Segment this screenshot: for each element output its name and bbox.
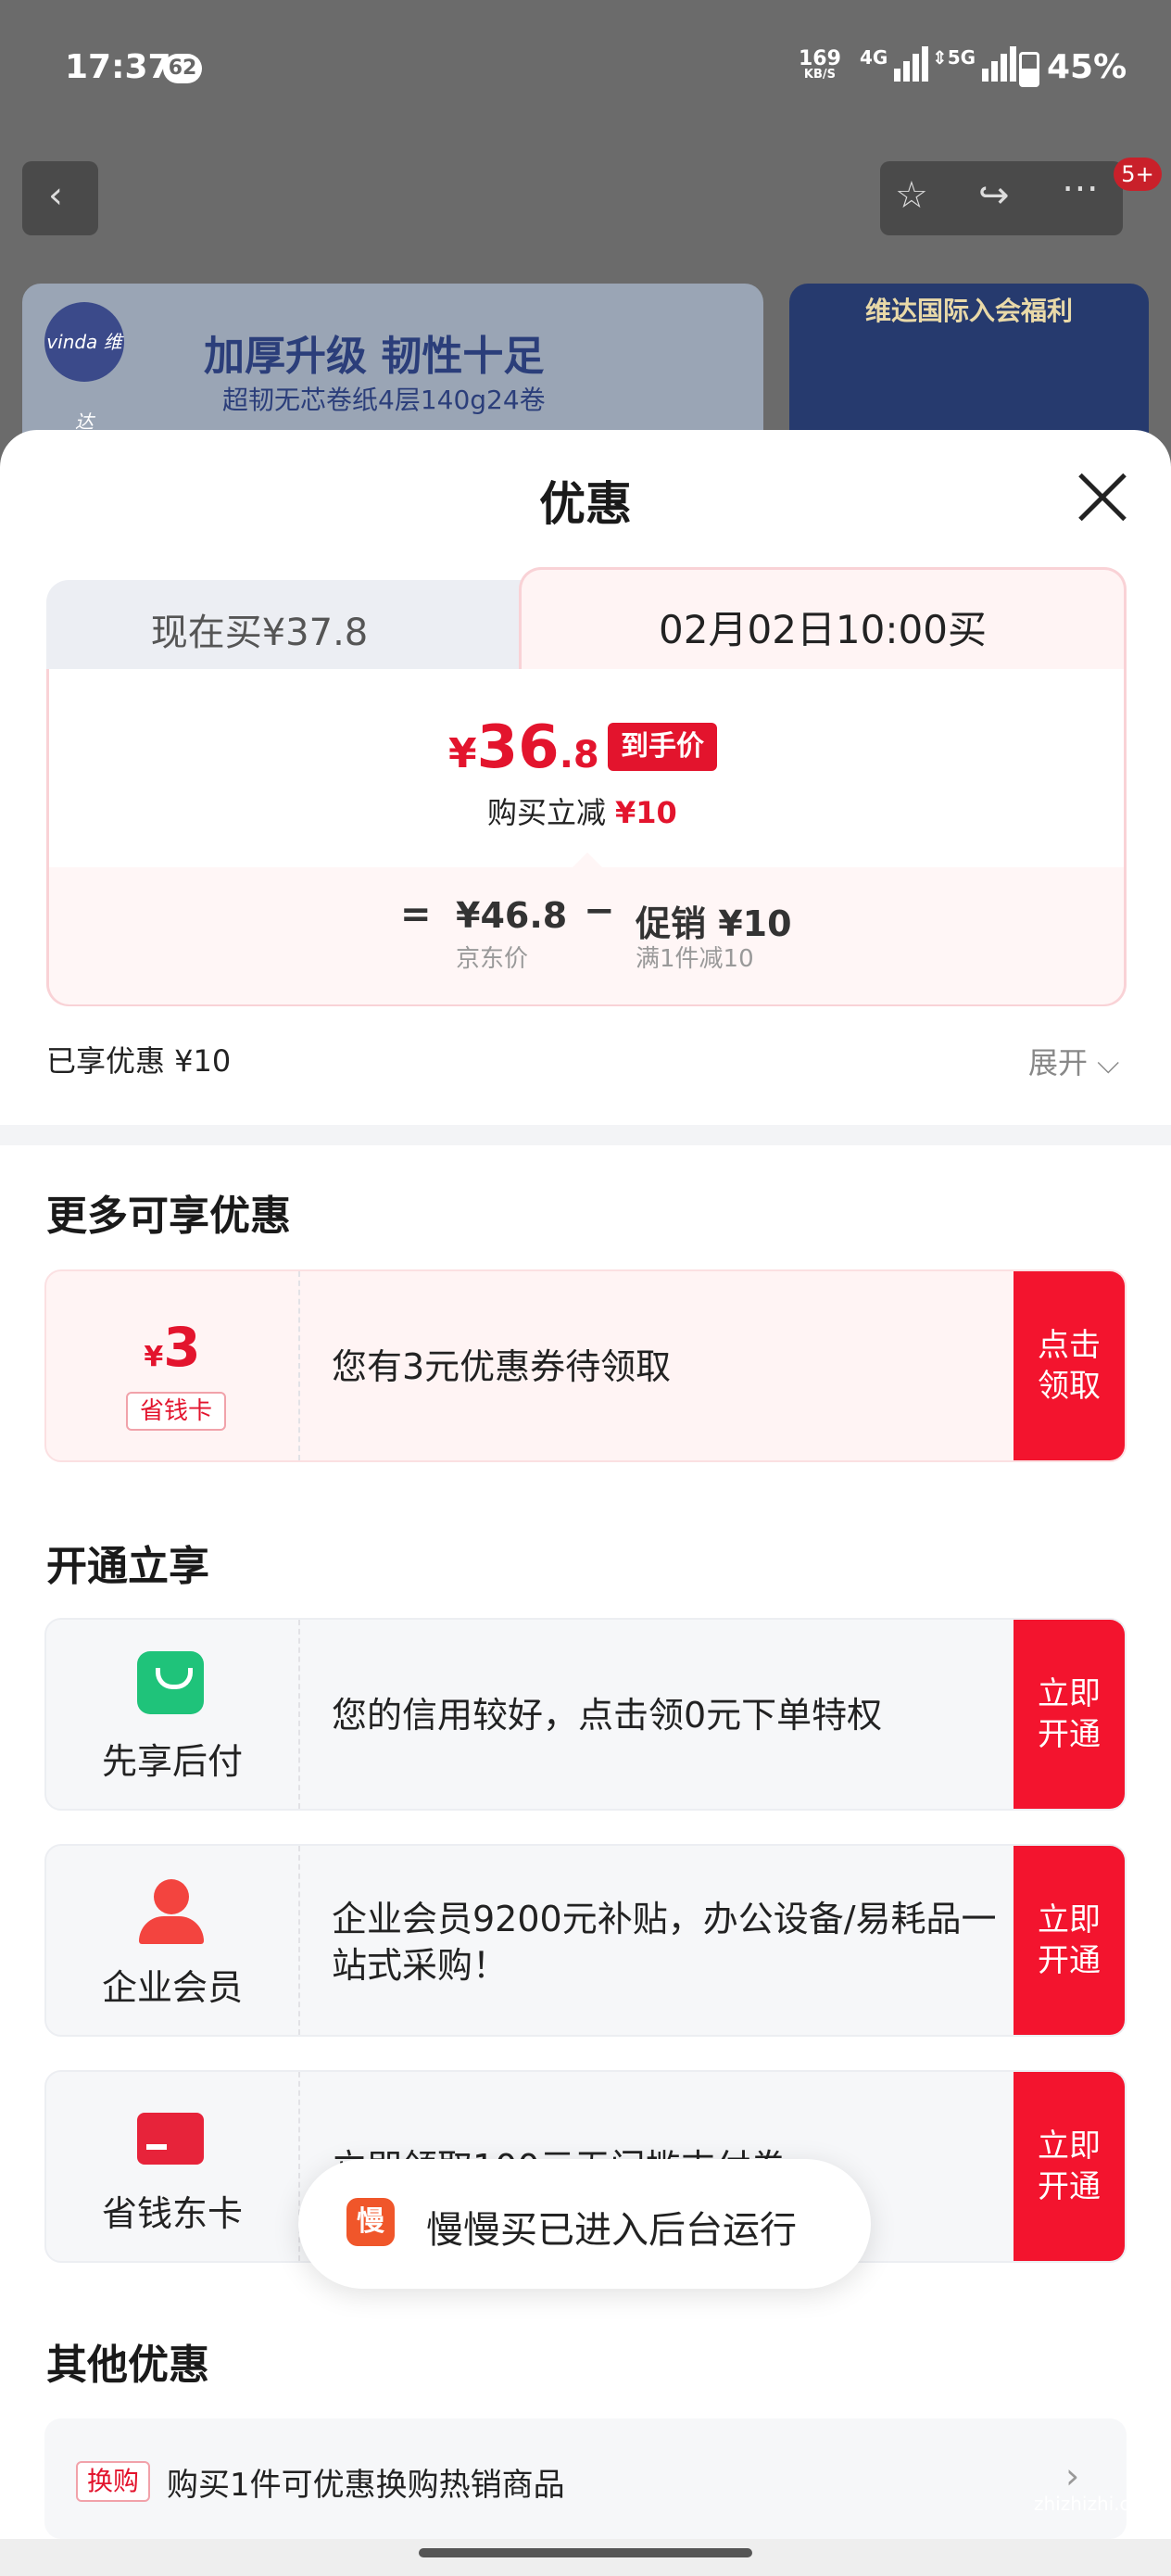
enjoyed-discount: 已享优惠 ¥10	[46, 1043, 232, 1079]
instant-reduce-value: ¥10	[615, 795, 677, 830]
signal-5g-label: 5G	[947, 46, 976, 69]
tab-buy-scheduled-label: 02月02日10:00买	[659, 607, 987, 652]
person-icon-body	[139, 1916, 204, 1944]
toast-text: 慢慢买已进入后台运行	[426, 2209, 797, 2252]
tab-buy-now-label: 现在买¥37.8	[150, 612, 369, 654]
promo-label: 满1件减10	[636, 945, 754, 973]
pay-later-row[interactable]: 先享后付 您的信用较好，点击领0元下单特权 立即 开通	[44, 1618, 1127, 1811]
shopping-bag-icon	[137, 1651, 204, 1714]
coupon-value: 3	[163, 1316, 201, 1379]
trade-in-tag: 换购	[76, 2461, 151, 2502]
back-button[interactable]: ‹	[22, 161, 98, 235]
enterprise-member-row[interactable]: 企业会员 企业会员9200元补贴，办公设备/易耗品一站式采购！ 立即 开通	[44, 1844, 1127, 2037]
row-separator	[298, 1271, 300, 1460]
coupon-tag: 省钱卡	[126, 1392, 226, 1431]
person-icon	[154, 1879, 189, 1914]
minus-sign: −	[584, 890, 615, 932]
share-icon[interactable]: ↪	[978, 174, 1010, 217]
expand-button[interactable]: 展开 ⌵	[1028, 1040, 1119, 1082]
open-pay-later-button[interactable]: 立即 开通	[1014, 1620, 1125, 1809]
claim-coupon-label: 点击 领取	[1038, 1327, 1101, 1405]
net-speed-unit: KB/S	[803, 68, 837, 82]
open-enjoy-title: 开通立享	[46, 1543, 209, 1590]
instant-reduce: 购买立减 ¥10	[487, 789, 677, 832]
other-offers-title: 其他优惠	[46, 2342, 209, 2389]
open-saving-card-label: 立即 开通	[1038, 2128, 1101, 2205]
claim-coupon-button[interactable]: 点击 领取	[1014, 1271, 1125, 1460]
promo-amount: 促销 ¥10	[636, 903, 792, 944]
brand-logo: vinda 维达	[44, 302, 124, 433]
card-icon	[137, 2113, 204, 2165]
signal-4g-icon: 4G	[860, 46, 931, 82]
gesture-bar-area	[0, 2539, 1171, 2576]
jd-price-label: 京东价	[456, 945, 529, 973]
home-indicator[interactable]	[419, 2548, 752, 2557]
enterprise-member-label: 企业会员	[101, 1967, 243, 2008]
battery-percent: 45%	[1047, 48, 1127, 86]
chevron-left-icon: ‹	[48, 174, 63, 217]
coupon-text: 您有3元优惠券待领取	[332, 1346, 672, 1387]
pay-later-label: 先享后付	[101, 1741, 243, 1782]
row-separator	[298, 1620, 300, 1809]
row-separator	[298, 1846, 300, 2035]
sheet-title: 优惠	[539, 477, 632, 531]
more-offers-title: 更多可享优惠	[46, 1193, 291, 1240]
net-speed-value: 169	[799, 47, 841, 70]
more-badge: 5+	[1114, 158, 1162, 191]
breakdown-caret	[573, 852, 602, 867]
close-icon[interactable]	[1077, 471, 1128, 523]
net-speed: 169 KB/S	[799, 47, 841, 82]
final-price-decimal: .8	[559, 734, 599, 777]
more-icon[interactable]: ⋯	[1062, 167, 1099, 209]
chevron-right-icon: ›	[1065, 2456, 1080, 2496]
banner-title: 加厚升级 韧性十足	[204, 333, 545, 380]
trade-in-text: 购买1件可优惠换购热销商品	[167, 2467, 565, 2504]
signal-4g-label: 4G	[860, 46, 888, 69]
open-enterprise-label: 立即 开通	[1038, 1901, 1101, 1979]
equals-sign: =	[400, 893, 432, 936]
final-price-currency: ¥	[448, 730, 477, 777]
jd-price: ¥46.8	[456, 895, 568, 936]
final-price-tag: 到手价	[608, 723, 717, 771]
status-time: 17:37	[65, 48, 171, 86]
coupon-amount: ¥3	[46, 1316, 298, 1379]
open-enterprise-button[interactable]: 立即 开通	[1014, 1846, 1125, 2035]
instant-reduce-label: 购买立减	[487, 795, 607, 830]
star-icon[interactable]: ☆	[895, 174, 928, 217]
app-icon: 慢	[346, 2198, 395, 2246]
pay-later-text: 您的信用较好，点击领0元下单特权	[332, 1695, 883, 1736]
battery-level	[1022, 69, 1037, 84]
coupon-row[interactable]: ¥3 省钱卡 您有3元优惠券待领取 点击 领取	[44, 1269, 1127, 1462]
section-divider	[0, 1125, 1171, 1145]
saving-card-label: 省钱东卡	[101, 2193, 243, 2234]
watermark: zhizhizhi.com	[1034, 2493, 1160, 2515]
price-breakdown-area	[49, 867, 1124, 1004]
open-pay-later-label: 立即 开通	[1038, 1675, 1101, 1753]
final-price-integer: 36	[476, 713, 560, 782]
final-price: ¥36.8	[448, 713, 599, 782]
enterprise-member-text: 企业会员9200元补贴，办公设备/易耗品一站式采购！	[332, 1899, 997, 1986]
signal-5g-icon: ⇕5G	[932, 46, 1019, 82]
open-saving-card-button[interactable]: 立即 开通	[1014, 2072, 1125, 2261]
notification-count-badge: 62	[163, 54, 202, 83]
coupon-currency: ¥	[144, 1341, 164, 1373]
member-banner-title: 维达国际入会福利	[864, 296, 1073, 326]
banner-subtitle: 超韧无芯卷纸4层140g24卷	[222, 385, 546, 415]
